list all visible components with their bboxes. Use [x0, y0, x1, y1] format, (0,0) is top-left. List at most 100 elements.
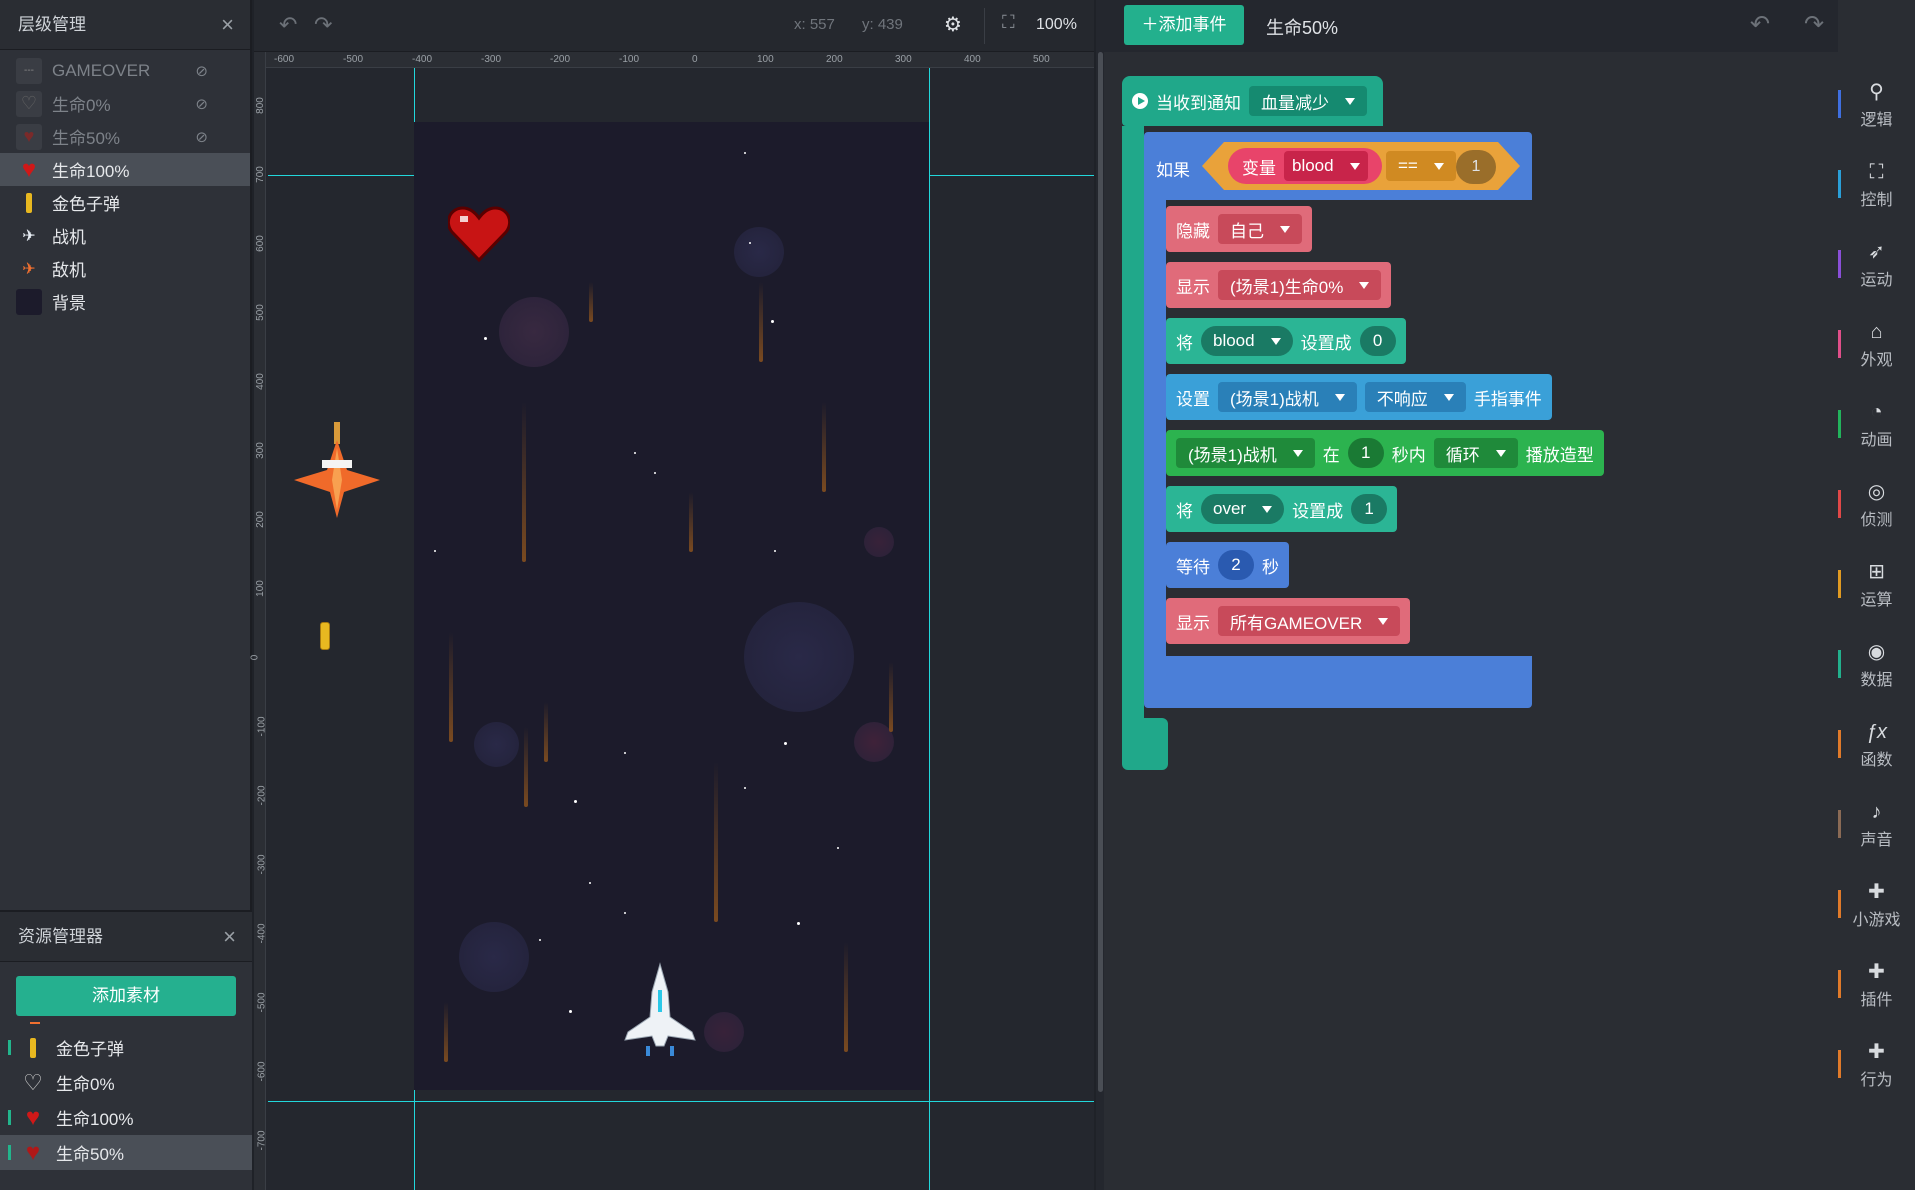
layer-label: 生命50% — [52, 129, 121, 148]
variable-dropdown[interactable]: over — [1201, 494, 1285, 524]
undo-icon[interactable]: ↶ — [279, 12, 297, 38]
category-animation[interactable]: ◔ 动画 — [1838, 390, 1915, 470]
category-plugins[interactable]: ✚ 插件 — [1838, 950, 1915, 1030]
guide-line-right — [929, 68, 930, 1190]
category-logic[interactable]: ⚲ 逻辑 — [1838, 70, 1915, 150]
variable-dropdown[interactable]: blood — [1201, 326, 1293, 356]
category-looks[interactable]: ⌂ 外观 — [1838, 310, 1915, 390]
show-block[interactable]: 显示 (场景1)生命0% — [1166, 262, 1392, 308]
enemy-plane-sprite[interactable] — [292, 420, 382, 520]
hide-block[interactable]: 隐藏 自己 — [1166, 206, 1312, 252]
fit-screen-icon[interactable]: ⛶ — [1002, 12, 1015, 33]
hide-target-dropdown[interactable]: 自己 — [1218, 214, 1302, 244]
event-block[interactable]: 当收到通知 血量减少 — [1122, 76, 1383, 126]
category-minigame[interactable]: ✚ 小游戏 — [1838, 870, 1915, 950]
category-sound[interactable]: ♪ 声音 — [1838, 790, 1915, 870]
add-event-label: 添加事件 — [1158, 15, 1227, 34]
category-color-bar — [1838, 250, 1841, 278]
category-detect[interactable]: ◎ 侦测 — [1838, 470, 1915, 550]
eye-hidden-icon[interactable]: ⊘ — [195, 128, 208, 146]
layer-item-background[interactable]: 背景 — [0, 285, 250, 318]
number-input[interactable]: 1 — [1347, 438, 1384, 468]
zoom-level[interactable]: 100% — [1036, 16, 1077, 34]
add-event-button[interactable]: ＋添加事件 — [1124, 5, 1244, 45]
layer-item-bullet[interactable]: 金色子弹 — [0, 186, 250, 219]
close-icon[interactable]: × — [223, 912, 236, 962]
planet-decor — [704, 1012, 744, 1052]
player-fighter-sprite[interactable] — [620, 962, 700, 1058]
eye-hidden-icon[interactable]: ⊘ — [195, 95, 208, 113]
layer-item-life100[interactable]: ♥ 生命100% — [0, 153, 250, 186]
set-touch-block[interactable]: 设置 (场景1)战机 不响应 手指事件 — [1166, 374, 1552, 420]
bullet-sprite[interactable] — [320, 622, 330, 650]
dropdown-value: (场景1)战机 — [1230, 389, 1319, 409]
wait-block[interactable]: 等待 2 秒 — [1166, 542, 1289, 588]
category-operators[interactable]: ⊞ 运算 — [1838, 550, 1915, 630]
ruler-tick: 200 — [826, 54, 843, 65]
resource-item-life50[interactable]: ♥ 生命50% — [0, 1135, 252, 1170]
number-input[interactable]: 1 — [1351, 494, 1388, 524]
layer-item-gameover[interactable]: --- GAMEOVER ⊘ — [0, 54, 250, 87]
operator-dropdown[interactable]: == — [1386, 151, 1456, 181]
variable-reporter[interactable]: 变量 blood — [1228, 148, 1382, 184]
category-label: 函数 — [1860, 752, 1893, 769]
planet-decor — [864, 527, 894, 557]
play-icon — [1132, 93, 1148, 109]
dropdown-value: 不响应 — [1376, 389, 1428, 409]
layer-item-fighter[interactable]: ✈ 战机 — [0, 219, 250, 252]
resources-panel-header: 资源管理器 × — [0, 912, 252, 962]
adjust-icon[interactable]: ⚙ — [944, 12, 962, 37]
meteor-streak — [589, 282, 593, 322]
category-color-bar — [1838, 1050, 1841, 1078]
ruler-tick: -300 — [256, 854, 268, 875]
resource-item-life0[interactable]: ♡ 生命0% — [0, 1065, 252, 1100]
loop-dropdown[interactable]: 循环 — [1433, 438, 1518, 468]
redo-icon[interactable]: ↷ — [314, 12, 332, 38]
dropdown-value: 血量减少 — [1261, 93, 1329, 113]
show-block[interactable]: 显示 所有GAMEOVER — [1166, 598, 1411, 644]
add-material-button[interactable]: 添加素材 — [16, 976, 236, 1016]
play-animation-block[interactable]: (场景1)战机 在 1 秒内 循环 播放造型 — [1166, 430, 1604, 476]
star-decor — [784, 742, 787, 745]
show-target-dropdown[interactable]: (场景1)生命0% — [1218, 270, 1382, 300]
target-dropdown[interactable]: (场景1)战机 — [1218, 382, 1357, 412]
category-control[interactable]: ⛶ 控制 — [1838, 150, 1915, 230]
meteor-streak — [449, 632, 453, 742]
heart-sprite[interactable] — [447, 204, 511, 263]
eye-hidden-icon[interactable]: ⊘ — [195, 62, 208, 80]
resource-item-bullet[interactable]: 金色子弹 — [0, 1030, 252, 1065]
layer-item-life50[interactable]: ♥ 生命50% ⊘ — [0, 120, 250, 153]
meteor-streak — [822, 402, 826, 492]
undo-icon[interactable]: ↶ — [1750, 10, 1770, 39]
background-thumbnail — [16, 288, 42, 315]
layer-item-life0[interactable]: ♡ 生命0% ⊘ — [0, 87, 250, 120]
category-behavior[interactable]: ✚ 行为 — [1838, 1030, 1915, 1110]
number-input[interactable]: 0 — [1359, 326, 1396, 356]
close-icon[interactable]: × — [221, 0, 234, 50]
target-dropdown[interactable]: (场景1)战机 — [1176, 438, 1315, 468]
redo-icon[interactable]: ↷ — [1804, 10, 1824, 39]
game-canvas[interactable] — [414, 122, 929, 1090]
resource-item-life100[interactable]: ♥ 生命100% — [0, 1100, 252, 1135]
number-input[interactable]: 2 — [1218, 550, 1254, 580]
category-color-bar — [1838, 650, 1841, 678]
category-functions[interactable]: ƒx 函数 — [1838, 710, 1915, 790]
resource-marker — [8, 1110, 11, 1125]
scrollbar[interactable] — [1098, 52, 1103, 1092]
event-dropdown[interactable]: 血量减少 — [1249, 86, 1367, 116]
set-variable-block[interactable]: 将 blood 设置成 0 — [1166, 318, 1406, 364]
resource-label: 金色子弹 — [56, 1040, 124, 1059]
variable-dropdown[interactable]: blood — [1284, 151, 1368, 181]
category-motion[interactable]: ➶ 运动 — [1838, 230, 1915, 310]
heart-outline-icon: ♡ — [16, 90, 42, 117]
category-label: 侦测 — [1860, 512, 1893, 529]
event-block-foot — [1122, 718, 1168, 770]
ruler-tick: -400 — [256, 923, 268, 944]
layer-item-enemy[interactable]: ✈ 敌机 — [0, 252, 250, 285]
ruler-tick: 300 — [254, 442, 266, 459]
response-dropdown[interactable]: 不响应 — [1364, 382, 1466, 412]
set-variable-block[interactable]: 将 over 设置成 1 — [1166, 486, 1398, 532]
show-target-dropdown[interactable]: 所有GAMEOVER — [1218, 606, 1401, 636]
category-data[interactable]: ◉ 数据 — [1838, 630, 1915, 710]
number-input[interactable]: 1 — [1456, 150, 1496, 184]
